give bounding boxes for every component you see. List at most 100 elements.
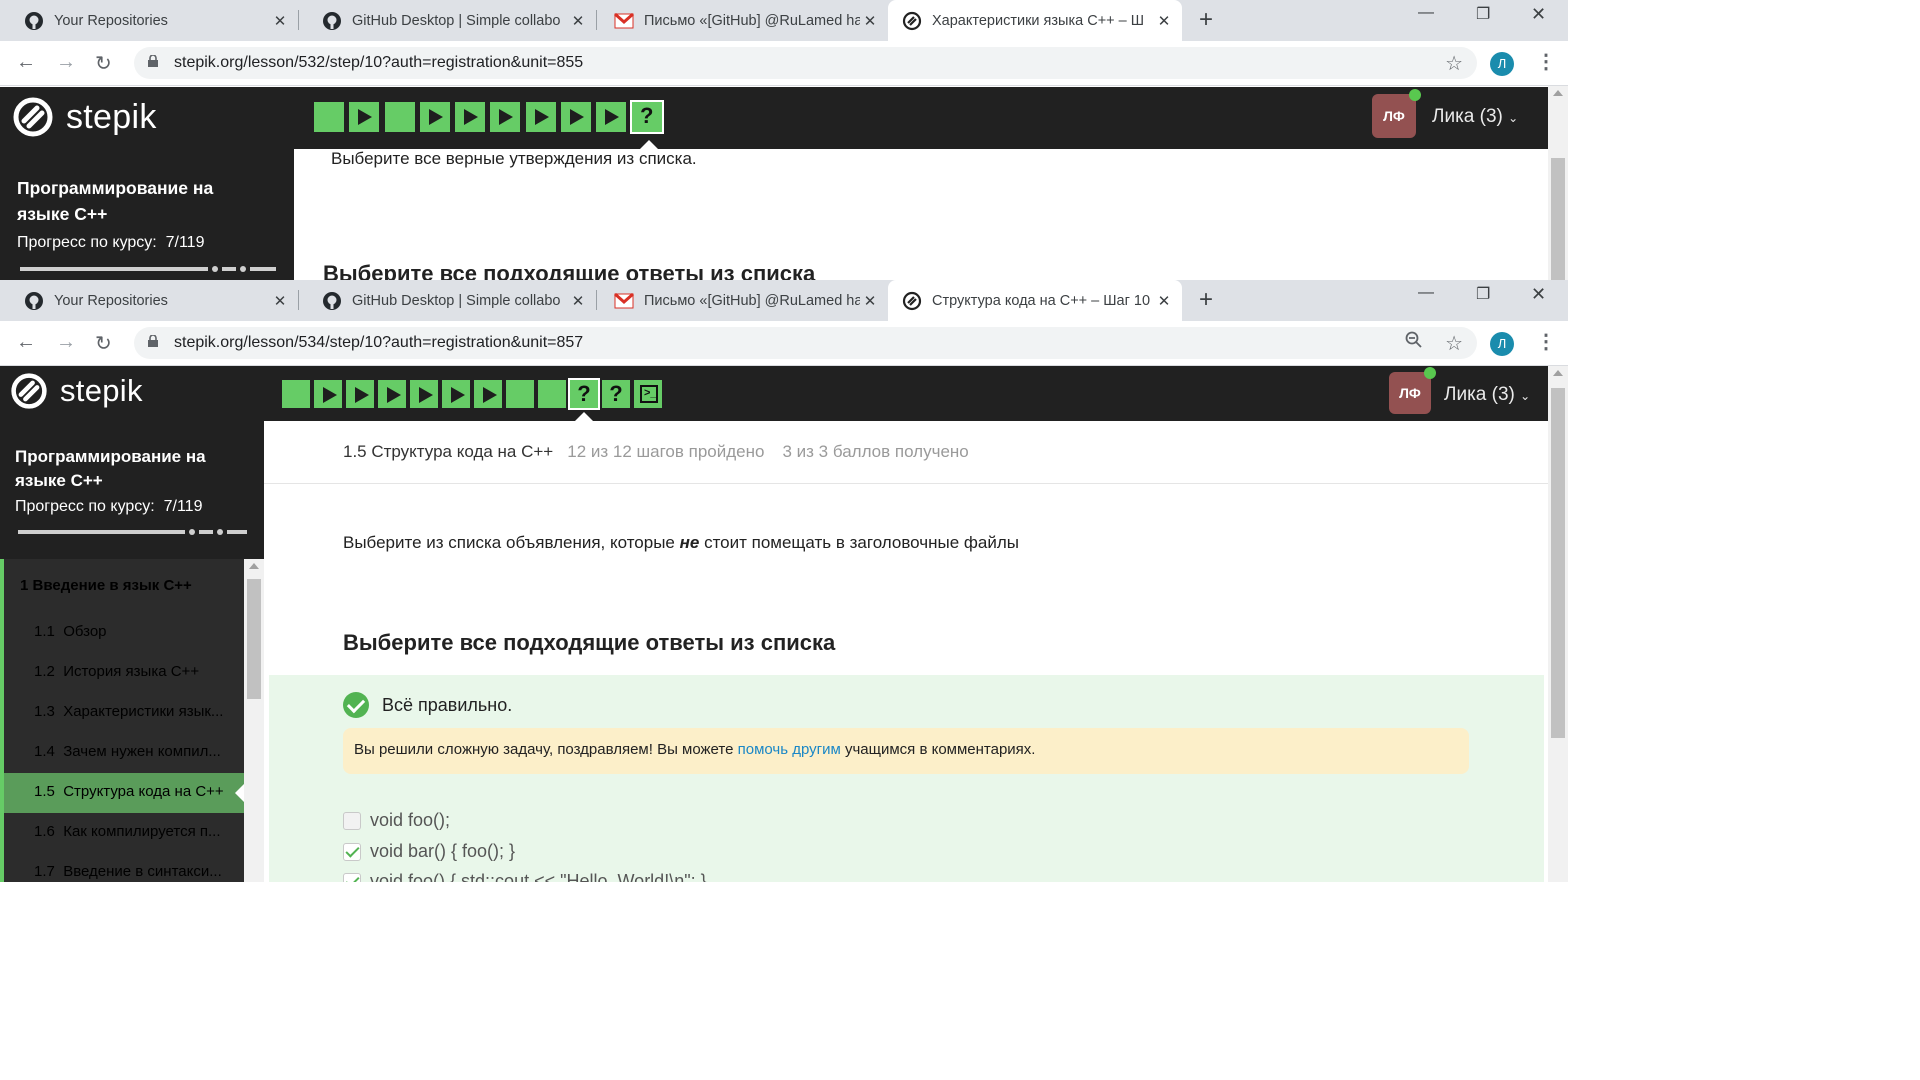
window-close-icon[interactable]: ✕ (1531, 284, 1546, 305)
answer-option[interactable]: void foo(); (343, 810, 450, 831)
tab-github-desktop[interactable]: GitHub Desktop | Simple collabo ✕ (298, 0, 596, 41)
page-scrollbar[interactable] (1548, 366, 1568, 882)
answer-option[interactable]: void bar() { foo(); } (343, 841, 515, 862)
tab-github-desktop[interactable]: GitHub Desktop | Simple collabo ✕ (298, 280, 596, 321)
step-video[interactable] (455, 102, 486, 132)
step-text[interactable] (314, 102, 344, 132)
congrats-notice: Вы решили сложную задачу, поздравляем! В… (343, 728, 1469, 774)
profile-avatar[interactable]: Л (1490, 52, 1514, 76)
back-icon[interactable]: ← (16, 331, 36, 354)
answer-option[interactable]: void foo() { std::cout << "Hello, World!… (343, 871, 707, 882)
course-title[interactable]: Программирование на языке C++ (17, 175, 213, 227)
back-icon[interactable]: ← (16, 51, 36, 74)
tab-close-icon[interactable]: ✕ (860, 292, 880, 310)
forward-icon[interactable]: → (56, 331, 76, 354)
toc-scrollbar[interactable] (244, 559, 264, 882)
toc-item-1-1[interactable]: 1.1 Обзор (0, 613, 244, 653)
answer-checkbox[interactable] (343, 811, 361, 830)
minimize-icon[interactable]: — (1418, 284, 1434, 302)
new-tab-icon[interactable]: + (1199, 8, 1213, 32)
course-title-line1: Программирование на (17, 178, 214, 198)
toc-item-1-7[interactable]: 1.7 Введение в синтакси... (0, 853, 244, 882)
tab-stepik-active[interactable]: Структура кода на C++ – Шаг 10 ✕ (888, 280, 1182, 321)
tab-close-icon[interactable]: ✕ (860, 12, 880, 30)
tab-gmail-letter[interactable]: Письмо «[GitHub] @RuLamed ha ✕ (590, 280, 888, 321)
user-menu[interactable]: Лика (3) ⌄ (1432, 106, 1518, 128)
step-video[interactable] (346, 380, 374, 408)
step-video[interactable] (525, 102, 556, 132)
stepik-logo-text: stepik (66, 97, 157, 136)
answer-text: void foo(); (370, 810, 451, 830)
tab-your-repositories[interactable]: Your Repositories ✕ (0, 0, 298, 41)
restore-icon[interactable]: ❐ (1476, 4, 1490, 24)
tab-close-icon[interactable]: ✕ (1154, 12, 1174, 30)
step-video[interactable] (378, 380, 406, 408)
step-video[interactable] (314, 380, 342, 408)
scrollbar-thumb[interactable] (1551, 388, 1565, 738)
profile-avatar[interactable]: Л (1490, 332, 1514, 356)
toc-item-1-3[interactable]: 1.3 Характеристики язык... (0, 693, 244, 733)
tab-close-icon[interactable]: ✕ (270, 292, 290, 310)
address-bar[interactable]: stepik.org/lesson/534/step/10?auth=regis… (134, 327, 1477, 359)
step-text[interactable] (506, 380, 534, 408)
github-icon (24, 291, 44, 311)
help-others-link[interactable]: помочь другим (738, 741, 841, 758)
new-tab-icon[interactable]: + (1199, 288, 1213, 312)
forward-icon[interactable]: → (56, 51, 76, 74)
user-avatar[interactable]: ЛФ (1372, 89, 1421, 138)
step-video[interactable] (442, 380, 470, 408)
scroll-up-icon[interactable] (249, 563, 259, 569)
zoom-out-icon[interactable] (1405, 331, 1423, 354)
reload-icon[interactable]: ↻ (95, 51, 112, 76)
toc-section-1[interactable]: 1 Введение в язык C++ (0, 559, 244, 613)
browser-menu-icon[interactable]: ⋮ (1536, 329, 1556, 354)
tab-close-icon[interactable]: ✕ (568, 12, 588, 30)
scroll-up-icon[interactable] (1553, 370, 1563, 376)
toc-scrollbar-thumb[interactable] (247, 579, 261, 699)
tab-your-repositories[interactable]: Your Repositories ✕ (0, 280, 298, 321)
address-bar[interactable]: stepik.org/lesson/532/step/10?auth=regis… (134, 47, 1477, 79)
step-video[interactable] (419, 102, 450, 132)
step-video[interactable] (490, 102, 521, 132)
bookmark-star-icon[interactable]: ☆ (1445, 51, 1463, 76)
minimize-icon[interactable]: — (1418, 4, 1434, 22)
reload-icon[interactable]: ↻ (95, 331, 112, 356)
tab-stepik-active[interactable]: Характеристики языка C++ – Ш ✕ (888, 0, 1182, 41)
toc-item-1-2[interactable]: 1.2 История языка C++ (0, 653, 244, 693)
tab-close-icon[interactable]: ✕ (568, 292, 588, 310)
toc-item-1-6[interactable]: 1.6 Как компилируется п... (0, 813, 244, 853)
step-video[interactable] (349, 102, 380, 132)
toc-item-1-5-active[interactable]: 1.5 Структура кода на C++ (0, 773, 244, 813)
sidebar: Программирование на языке C++ Прогресс по… (0, 149, 294, 280)
tab-close-icon[interactable]: ✕ (270, 12, 290, 30)
step-video[interactable] (410, 380, 438, 408)
page-scrollbar[interactable] (1548, 86, 1568, 280)
step-code[interactable]: >_ (634, 380, 662, 408)
step-quiz-current[interactable]: ? (568, 378, 600, 410)
stepik-logo[interactable]: stepik (12, 96, 157, 138)
stepik-logo[interactable]: stepik (10, 372, 143, 410)
step-text[interactable] (282, 380, 310, 408)
browser-menu-icon[interactable]: ⋮ (1536, 49, 1556, 74)
restore-icon[interactable]: ❐ (1476, 284, 1490, 304)
window-close-icon[interactable]: ✕ (1531, 4, 1546, 25)
user-menu[interactable]: Лика (3) ⌄ (1444, 384, 1530, 406)
step-video[interactable] (474, 380, 502, 408)
step-text[interactable] (538, 380, 566, 408)
step-quiz-current[interactable]: ? (629, 100, 664, 134)
toc-item-1-4[interactable]: 1.4 Зачем нужен компил... (0, 733, 244, 773)
user-avatar[interactable]: ЛФ (1389, 367, 1436, 414)
answer-checkbox-checked[interactable] (343, 842, 361, 861)
step-quiz[interactable]: ? (602, 380, 630, 408)
bookmark-star-icon[interactable]: ☆ (1445, 331, 1463, 356)
step-video[interactable] (561, 102, 592, 132)
step-video[interactable] (596, 102, 627, 132)
answer-checkbox-checked[interactable] (343, 872, 361, 882)
scroll-up-icon[interactable] (1553, 90, 1563, 96)
chevron-down-icon: ⌄ (1520, 389, 1531, 403)
step-text[interactable] (384, 102, 415, 132)
lesson-title[interactable]: 1.5 Структура кода на C++ (343, 442, 553, 461)
scrollbar-thumb[interactable] (1551, 158, 1565, 280)
tab-close-icon[interactable]: ✕ (1154, 292, 1174, 310)
tab-gmail-letter[interactable]: Письмо «[GitHub] @RuLamed ha ✕ (590, 0, 888, 41)
